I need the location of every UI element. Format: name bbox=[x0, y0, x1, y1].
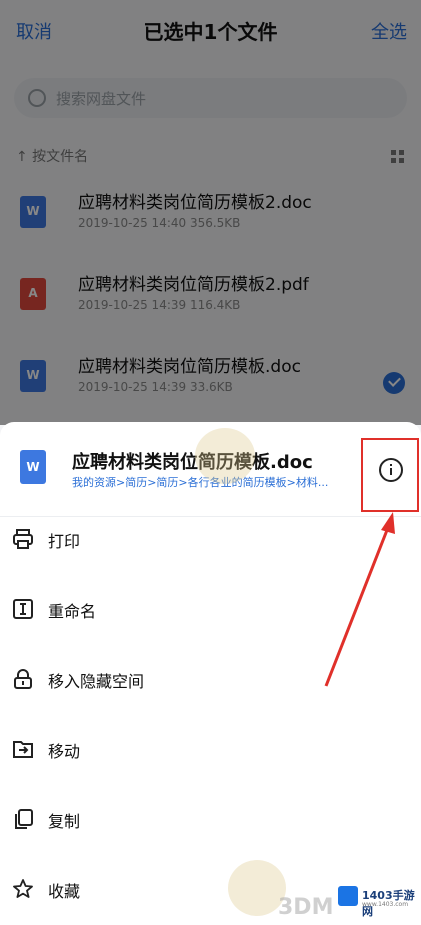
menu-label: 移动 bbox=[48, 742, 81, 761]
lock-icon bbox=[14, 669, 32, 689]
sheet-file-title: 应聘材料类岗位简历模板.doc bbox=[72, 452, 313, 473]
info-icon[interactable] bbox=[379, 458, 403, 482]
star-icon bbox=[13, 879, 33, 898]
copy-icon bbox=[15, 809, 33, 829]
watermark-url: www.1403.com bbox=[362, 901, 409, 908]
rename-icon bbox=[13, 599, 33, 619]
watermark-logo-icon bbox=[338, 886, 358, 906]
doc-file-icon: W bbox=[20, 450, 46, 484]
menu-item-print[interactable]: 打印 bbox=[0, 504, 421, 574]
menu-item-copy[interactable]: 复制 bbox=[0, 784, 421, 854]
menu-label: 移入隐藏空间 bbox=[48, 672, 145, 691]
watermark-logo-text: 3DM bbox=[278, 895, 334, 920]
menu-item-rename[interactable]: 重命名 bbox=[0, 574, 421, 644]
move-icon bbox=[13, 741, 33, 758]
watermark-mascot bbox=[195, 428, 255, 484]
printer-icon bbox=[13, 529, 33, 549]
file-action-sheet: W 应聘材料类岗位简历模板.doc 我的资源>简历>简历>各行各业的简历模板>材… bbox=[0, 422, 421, 925]
dim-overlay[interactable] bbox=[0, 0, 421, 425]
watermark-badge: 1403手游网 www.1403.com bbox=[338, 884, 416, 918]
menu-item-move[interactable]: 移动 bbox=[0, 714, 421, 784]
menu-label: 复制 bbox=[48, 812, 81, 831]
info-button-highlight[interactable] bbox=[361, 438, 419, 512]
menu-label: 收藏 bbox=[48, 882, 81, 901]
menu-item-move-to-hidden[interactable]: 移入隐藏空间 bbox=[0, 644, 421, 714]
menu-label: 重命名 bbox=[48, 602, 97, 621]
menu-label: 打印 bbox=[48, 532, 81, 551]
